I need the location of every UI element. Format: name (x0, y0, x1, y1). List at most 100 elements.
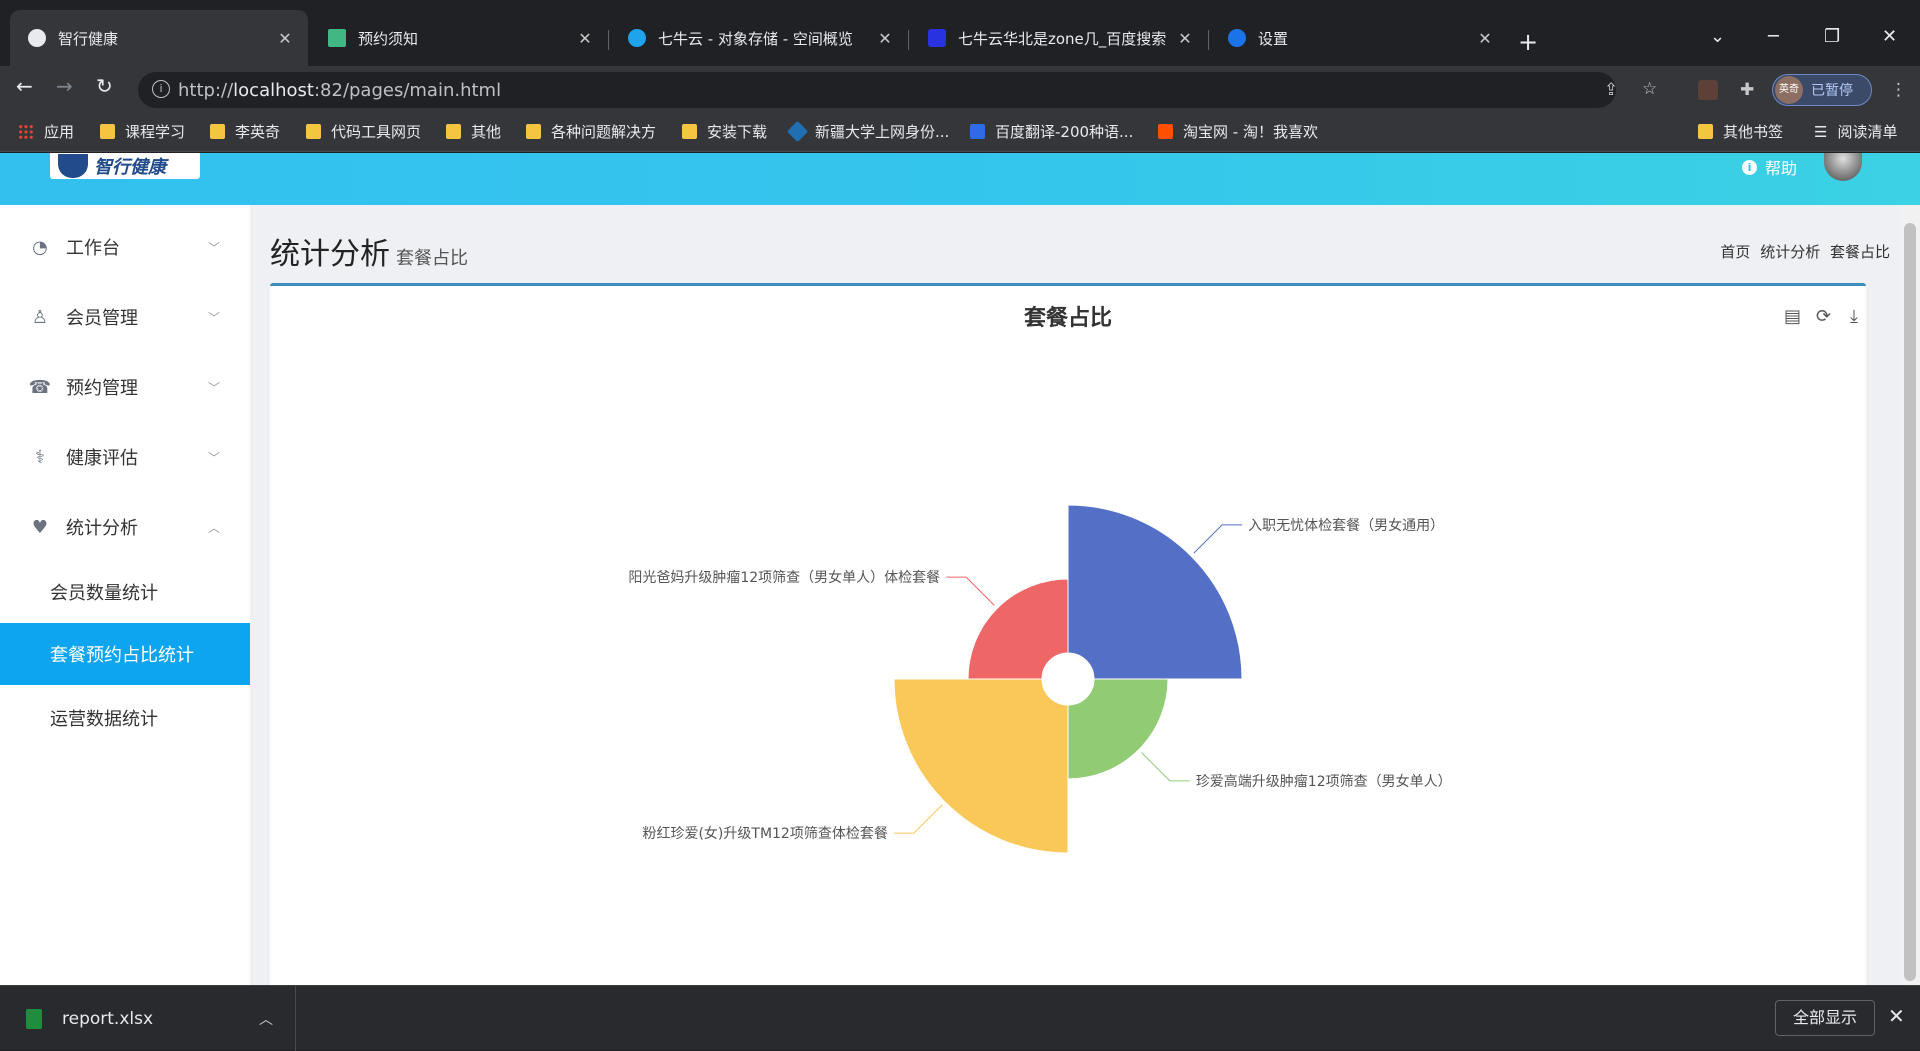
back-arrow-icon[interactable]: ← (16, 74, 33, 98)
sidebar-subitem-operations[interactable]: 运营数据统计 (0, 687, 250, 749)
leader-line (893, 804, 943, 834)
excel-file-icon (26, 1008, 42, 1029)
tab-baidu-search[interactable]: 七牛云华北是zone几_百度搜索 ✕ (910, 10, 1208, 66)
scrollbar-thumb[interactable] (1904, 223, 1916, 981)
tab-search-icon[interactable]: ⌄ (1710, 26, 1725, 47)
site-info-icon[interactable]: i (152, 80, 170, 98)
close-icon[interactable]: ✕ (270, 29, 300, 48)
sidebar-item-workbench[interactable]: ◔ 工作台 ﹀ (0, 217, 250, 277)
close-icon[interactable]: ✕ (1170, 29, 1200, 48)
folder-icon (100, 124, 115, 139)
tab-label: 七牛云华北是zone几_百度搜索 (958, 29, 1167, 48)
chevron-down-icon: ﹀ (208, 450, 221, 465)
tab-qiniu-storage[interactable]: 七牛云 - 对象存储 - 空间概览 ✕ (610, 10, 908, 66)
bookmark-folder[interactable]: 各种问题解决方 (526, 121, 656, 142)
translate-icon (970, 124, 985, 139)
help-link[interactable]: i 帮助 (1742, 155, 1797, 179)
menu-kebab-icon[interactable]: ⋮ (1890, 80, 1907, 100)
user-icon: ♙ (31, 306, 49, 328)
bookmark-link[interactable]: 百度翻译-200种语... (970, 121, 1133, 142)
leader-line (1193, 524, 1243, 554)
share-icon[interactable]: ⇪ (1604, 80, 1618, 100)
logo[interactable]: 智行健康 (50, 153, 200, 179)
address-bar[interactable]: i http://localhost:82/pages/main.html ⇪ … (138, 72, 1657, 108)
tab-separator (608, 30, 609, 50)
sidebar-subitem-label: 套餐预约占比统计 (50, 645, 194, 666)
tab-zhixing-health[interactable]: 智行健康 ✕ (10, 10, 308, 66)
folder-icon (210, 124, 225, 139)
folder-icon (1698, 124, 1713, 139)
tab-separator (908, 30, 909, 50)
download-item[interactable]: report.xlsx ︿ (0, 986, 296, 1051)
download-filename: report.xlsx (62, 1008, 154, 1029)
minimize-icon[interactable]: ─ (1768, 26, 1779, 47)
bookmark-star-icon[interactable]: ☆ (1642, 79, 1657, 99)
page-title-text: 统计分析 (270, 237, 390, 272)
tab-label: 智行健康 (58, 29, 119, 48)
main-content: 统计分析 套餐占比 首页 统计分析 套餐占比 套餐占比 ▤ ⟳ ⤓ 入职无忧体检… (250, 205, 1900, 985)
sidebar-subitem-member-count[interactable]: 会员数量统计 (0, 561, 250, 623)
help-label: 帮助 (1765, 159, 1798, 178)
globe-icon (28, 29, 46, 47)
avatar[interactable] (1824, 153, 1862, 181)
logo-text: 智行健康 (94, 157, 166, 178)
sidebar-item-appointments[interactable]: ☎ 预约管理 ﹀ (0, 357, 250, 417)
vue-icon (328, 29, 346, 47)
sidebar-item-label: 预约管理 (66, 378, 138, 399)
baidu-paw-icon (928, 29, 946, 47)
page-scrollbar[interactable] (1900, 205, 1920, 985)
sidebar-item-label: 工作台 (66, 238, 120, 259)
bookmark-other[interactable]: 其他书签 (1698, 121, 1783, 142)
slice-label: 珍爱高端升级肿瘤12项筛查（男女单人） (1196, 773, 1452, 790)
close-icon[interactable]: ✕ (1888, 1004, 1905, 1028)
sidebar: ◔ 工作台 ﹀ ♙ 会员管理 ﹀ ☎ 预约管理 ﹀ ⚕ 健康评估 ﹀ ♥ 统计分… (0, 205, 250, 985)
bookmark-link[interactable]: 新疆大学上网身份... (786, 120, 949, 143)
shield-logo-icon (58, 154, 88, 178)
chevron-up-icon[interactable]: ︿ (259, 1009, 273, 1029)
bookmark-folder[interactable]: 李英奇 (210, 121, 280, 142)
chevron-down-icon: ﹀ (208, 240, 221, 255)
breadcrumb-section[interactable]: 统计分析 (1760, 243, 1820, 261)
sidebar-item-health-assessment[interactable]: ⚕ 健康评估 ﹀ (0, 427, 250, 487)
show-all-button[interactable]: 全部显示 (1775, 1000, 1875, 1036)
bookmark-folder[interactable]: 课程学习 (100, 121, 185, 142)
reading-list-icon: ☰ (1814, 122, 1828, 141)
gear-icon (1228, 29, 1246, 47)
bookmark-folder[interactable]: 其他 (446, 121, 501, 142)
close-icon[interactable]: ✕ (1470, 29, 1500, 48)
new-tab-button[interactable]: + (1518, 28, 1538, 56)
page-title: 统计分析 套餐占比 (270, 229, 468, 273)
chevron-up-icon: ︿ (208, 520, 221, 535)
sidebar-item-label: 会员管理 (66, 308, 138, 329)
leader-line (1141, 752, 1190, 782)
apps-grid-icon (18, 123, 34, 140)
close-icon[interactable]: ✕ (570, 29, 600, 48)
bookmark-link[interactable]: 淘宝网 - 淘！我喜欢 (1158, 121, 1318, 142)
bookmark-apps[interactable]: 应用 (18, 121, 74, 142)
chevron-down-icon: ﹀ (208, 310, 221, 325)
extensions-puzzle-icon[interactable]: ✚ (1740, 80, 1754, 100)
sidebar-subitem-package-ratio[interactable]: 套餐预约占比统计 (0, 623, 250, 685)
extension-icon[interactable] (1698, 80, 1718, 100)
close-window-icon[interactable]: ✕ (1882, 26, 1897, 47)
tab-booking-notice[interactable]: 预约须知 ✕ (310, 10, 608, 66)
taobao-icon (1158, 124, 1173, 139)
profile-button[interactable]: 英奇 已暂停 (1772, 74, 1872, 106)
sidebar-item-members[interactable]: ♙ 会员管理 ﹀ (0, 287, 250, 347)
phone-icon: ☎ (28, 376, 52, 398)
breadcrumb-home[interactable]: 首页 (1720, 243, 1750, 261)
web-page: 智行健康 i 帮助 ◔ 工作台 ﹀ ♙ 会员管理 ﹀ ☎ 预约管理 ﹀ ⚕ 健康… (0, 153, 1920, 985)
network-icon (786, 120, 809, 143)
tab-settings[interactable]: 设置 ✕ (1210, 10, 1508, 66)
qiniu-icon (628, 29, 646, 47)
restore-window-icon[interactable]: ❐ (1824, 26, 1840, 47)
url-text: http://localhost:82/pages/main.html (178, 80, 502, 101)
bookmark-folder[interactable]: 安装下载 (682, 121, 767, 142)
reading-list[interactable]: ☰ 阅读清单 (1814, 121, 1897, 142)
bookmark-folder[interactable]: 代码工具网页 (306, 121, 421, 142)
reload-icon[interactable]: ↻ (96, 74, 113, 98)
forward-arrow-icon[interactable]: → (56, 74, 73, 98)
close-icon[interactable]: ✕ (870, 29, 900, 48)
sidebar-item-statistics[interactable]: ♥ 统计分析 ︿ (0, 497, 250, 557)
slice-label: 粉红珍爱(女)升级TM12项筛查体检套餐 (642, 825, 887, 842)
